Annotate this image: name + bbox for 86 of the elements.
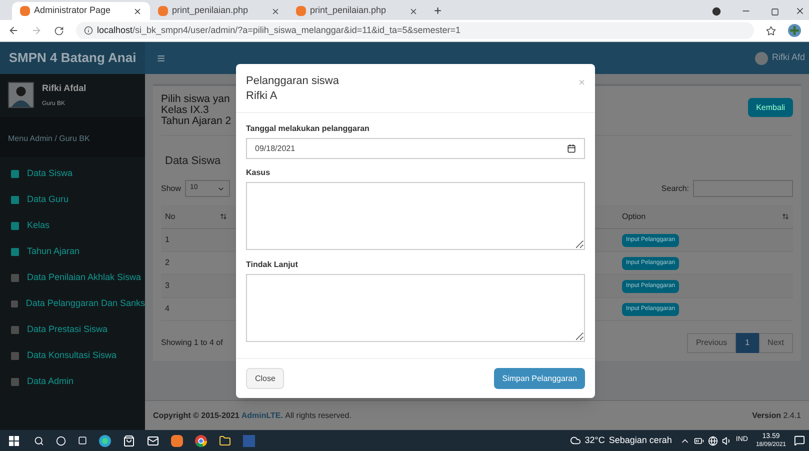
- close-icon[interactable]: [133, 6, 142, 16]
- chrome-icon[interactable]: [195, 434, 207, 446]
- user-menu[interactable]: Rifki Afd: [772, 51, 805, 65]
- sidebar-item[interactable]: Tahun Ajaran: [0, 238, 145, 264]
- field-label: Tindak Lanjut: [246, 259, 299, 271]
- sidebar-item[interactable]: Data Pelanggaran Dan Sanks: [0, 290, 145, 316]
- sort-icon[interactable]: [220, 213, 227, 220]
- pagination-button[interactable]: 1: [736, 333, 759, 353]
- table-cell-text: 1: [164, 234, 170, 246]
- bookmark-icon[interactable]: [766, 26, 776, 36]
- temperature-text[interactable]: 32°C: [584, 434, 605, 448]
- sidebar-item[interactable]: Data Admin: [0, 368, 145, 394]
- table-info: Showing 1 to 4 of: [161, 337, 223, 349]
- pagination-button[interactable]: Next: [758, 333, 793, 353]
- folder-icon[interactable]: [219, 434, 231, 446]
- tab-title: Administrator Page: [34, 4, 112, 18]
- column-header[interactable]: No: [165, 210, 176, 222]
- search-icon[interactable]: [34, 436, 44, 446]
- favicon-icon: [158, 6, 168, 16]
- windows-icon[interactable]: [9, 436, 19, 446]
- modal-subtitle: Rifki A: [246, 89, 278, 104]
- sidebar-item[interactable]: Kelas: [0, 212, 145, 238]
- weather-text[interactable]: Sebagian cerah: [608, 434, 672, 448]
- close-icon[interactable]: [795, 6, 805, 16]
- menu-toggle[interactable]: ≡: [145, 42, 178, 74]
- search-label: Search:: [661, 182, 689, 194]
- show-label: Show: [161, 182, 182, 194]
- mail-icon[interactable]: [147, 434, 159, 446]
- info-icon: [84, 26, 93, 35]
- table-cell-text: 2: [164, 257, 170, 269]
- menu-section-header: Menu Admin / Guru BK: [8, 134, 90, 142]
- field-label: Tanggal melakukan pelanggaran: [246, 123, 370, 135]
- copyright-text: Copyright © 2015-2021 AdminLTE. All rights reserved.: [153, 410, 352, 422]
- sidebar-item[interactable]: Data Prestasi Siswa: [0, 316, 145, 342]
- tab-title: print_penilaian.php: [310, 4, 388, 18]
- favicon-icon: [296, 6, 306, 16]
- notifications-icon[interactable]: [794, 435, 805, 446]
- cortana-icon[interactable]: [56, 436, 66, 446]
- browser-tab[interactable]: Administrator Page: [12, 2, 150, 20]
- reload-icon[interactable]: [54, 26, 64, 36]
- new-tab-button[interactable]: +: [426, 2, 450, 20]
- sidebar-item[interactable]: Data Guru: [0, 186, 145, 212]
- sidebar-item[interactable]: Data Penilaian Akhlak Siswa: [0, 264, 145, 290]
- task-view-icon[interactable]: [78, 436, 87, 445]
- field-label: Kasus: [246, 167, 272, 179]
- close-icon[interactable]: [271, 6, 280, 16]
- restore-icon[interactable]: [771, 8, 779, 16]
- table-cell-text: 3: [164, 280, 170, 292]
- profile-icon[interactable]: [712, 7, 721, 16]
- store-icon[interactable]: [123, 434, 135, 446]
- column-header[interactable]: Option: [622, 210, 646, 222]
- table-cell-text: 4: [164, 303, 170, 315]
- date-field[interactable]: 09/18/2021: [246, 138, 585, 159]
- avatar-icon: [8, 82, 34, 108]
- sidebar-item[interactable]: Data Siswa: [0, 160, 145, 186]
- close-icon[interactable]: [409, 6, 418, 16]
- address-bar[interactable]: localhost/si_bk_smpn4/user/admin/?a=pilih_siswa_melanggar&id=11&id_ta=5&semester=1: [76, 22, 754, 39]
- version-text: Version 2.4.1: [752, 410, 801, 422]
- sidebar-item[interactable]: Data Konsultasi Siswa: [0, 342, 145, 368]
- user-name: Rifki Afdal: [42, 82, 86, 95]
- edge-icon[interactable]: [99, 434, 111, 446]
- intro-line: Kelas IX.3: [161, 105, 210, 116]
- modal-title: Pelanggaran siswa: [246, 74, 339, 89]
- box-title: Data Siswa: [165, 155, 221, 167]
- xampp-icon[interactable]: [171, 434, 183, 446]
- adminlte-link[interactable]: AdminLTE.: [241, 410, 283, 420]
- pagination-button[interactable]: Previous: [686, 333, 736, 353]
- tab-title: print_penilaian.php: [172, 4, 250, 18]
- intro-line: Pilih siswa yan: [161, 94, 231, 105]
- sort-icon[interactable]: [782, 213, 789, 220]
- extension-icon[interactable]: [788, 24, 801, 37]
- battery-icon[interactable]: [694, 436, 704, 446]
- weather-icon[interactable]: [570, 435, 581, 446]
- network-icon[interactable]: [708, 436, 718, 446]
- intro-line: Tahun Ajaran 2: [161, 116, 232, 127]
- brand-logo[interactable]: SMPN 4 Batang Anai: [0, 42, 145, 74]
- calendar-icon[interactable]: [567, 144, 576, 153]
- back-button[interactable]: Kembali: [748, 98, 793, 117]
- volume-icon[interactable]: [722, 436, 732, 446]
- favicon-icon: [20, 6, 30, 16]
- search-field[interactable]: [693, 180, 793, 197]
- browser-tab[interactable]: print_penilaian.php: [150, 2, 288, 20]
- back-icon[interactable]: [8, 25, 19, 36]
- save-button[interactable]: Simpan Pelanggaran: [494, 368, 585, 389]
- browser-tab[interactable]: print_penilaian.php: [288, 2, 426, 20]
- close-button[interactable]: Close: [246, 368, 284, 389]
